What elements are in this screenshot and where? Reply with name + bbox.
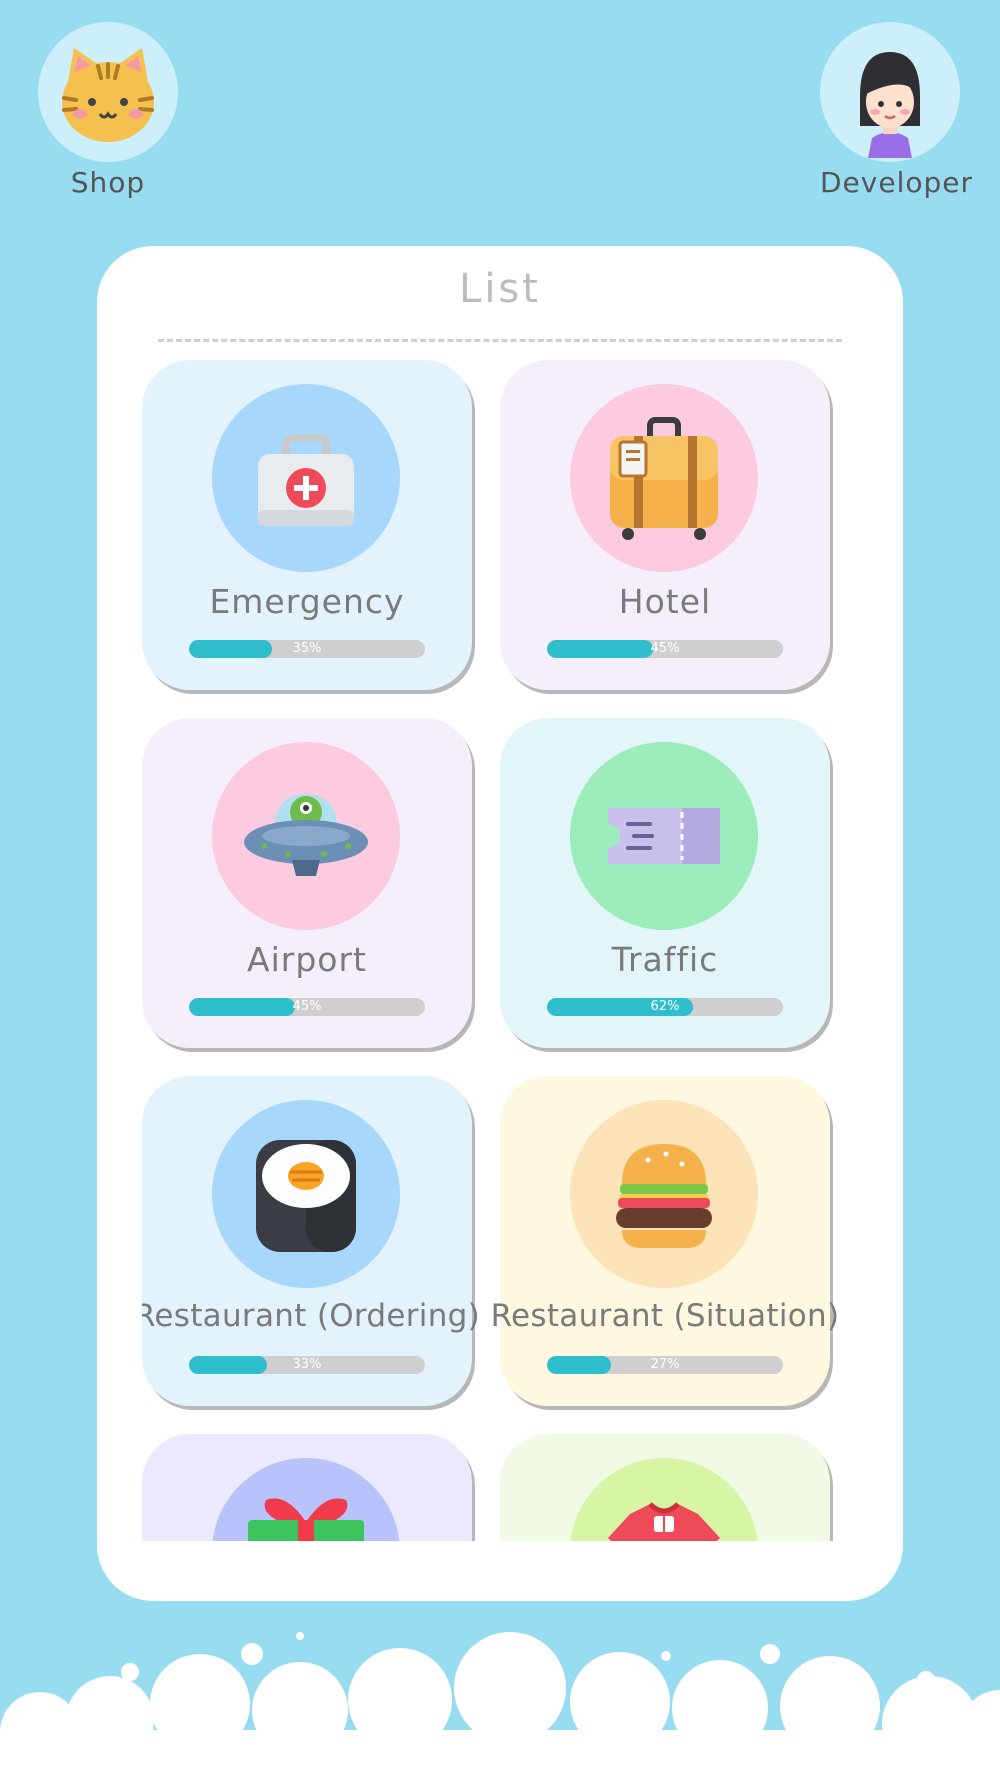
sweater-icon <box>608 1502 720 1541</box>
icon-circle <box>212 1100 400 1288</box>
progress-text: 45% <box>292 999 322 1014</box>
icon-circle <box>570 384 758 572</box>
girl-avatar-icon <box>860 52 920 158</box>
progress-text: 62% <box>650 999 680 1014</box>
tiger-cat-icon <box>62 48 154 142</box>
category-card-airport[interactable]: Airport 45% <box>142 718 472 1048</box>
category-card-clothing[interactable] <box>500 1434 830 1541</box>
progress-text: 27% <box>650 1357 680 1372</box>
developer-label: Developer <box>820 166 974 199</box>
panel-title: List <box>459 266 541 312</box>
developer-button[interactable]: Developer <box>820 22 974 199</box>
icon-circle <box>570 742 758 930</box>
category-card-emergency[interactable]: Emergency 35% <box>142 360 472 690</box>
progress-bar: 27% <box>547 1356 783 1374</box>
progress-bar: 45% <box>547 640 783 658</box>
clouds-decoration <box>0 1632 1000 1778</box>
shop-avatar <box>38 22 178 162</box>
list-panel: List Emergency 35% Hotel 45% Airport 45%… <box>97 246 903 1601</box>
category-card-restaurant-situation[interactable]: Restaurant (Situation) 27% <box>491 1076 839 1406</box>
progress-bar: 35% <box>189 640 425 658</box>
icon-circle <box>570 1458 758 1541</box>
card-title: Airport <box>247 940 367 979</box>
developer-avatar <box>820 22 960 162</box>
card-title: Hotel <box>618 582 712 621</box>
first-aid-kit-icon <box>258 434 354 526</box>
category-grid[interactable]: Emergency 35% Hotel 45% Airport 45% Traf… <box>142 360 862 1541</box>
card-title: Restaurant (Situation) <box>490 1298 840 1334</box>
card-title: Emergency <box>209 582 405 621</box>
gift-icon <box>248 1498 364 1541</box>
category-card-traffic[interactable]: Traffic 62% <box>500 718 830 1048</box>
icon-circle <box>212 1458 400 1541</box>
progress-bar: 62% <box>547 998 783 1016</box>
progress-bar: 33% <box>189 1356 425 1374</box>
category-card-hotel[interactable]: Hotel 45% <box>500 360 830 690</box>
burger-icon <box>616 1144 712 1248</box>
ufo-icon <box>244 794 368 876</box>
icon-circle <box>212 384 400 572</box>
progress-text: 35% <box>292 641 322 656</box>
suitcase-icon <box>610 417 718 540</box>
progress-text: 45% <box>650 641 680 656</box>
shop-label: Shop <box>70 166 146 199</box>
icon-circle <box>212 742 400 930</box>
category-card-gift[interactable] <box>142 1434 472 1541</box>
progress-bar: 45% <box>189 998 425 1016</box>
ticket-icon <box>608 808 720 864</box>
category-card-restaurant-ordering[interactable]: Restaurant (Ordering) 33% <box>142 1076 480 1406</box>
icon-circle <box>570 1100 758 1288</box>
shop-button[interactable]: Shop <box>38 22 178 199</box>
divider <box>158 339 842 342</box>
progress-text: 33% <box>292 1357 322 1372</box>
card-title: Traffic <box>611 940 719 979</box>
card-title: Restaurant (Ordering) <box>142 1298 481 1334</box>
sushi-icon <box>256 1140 356 1252</box>
